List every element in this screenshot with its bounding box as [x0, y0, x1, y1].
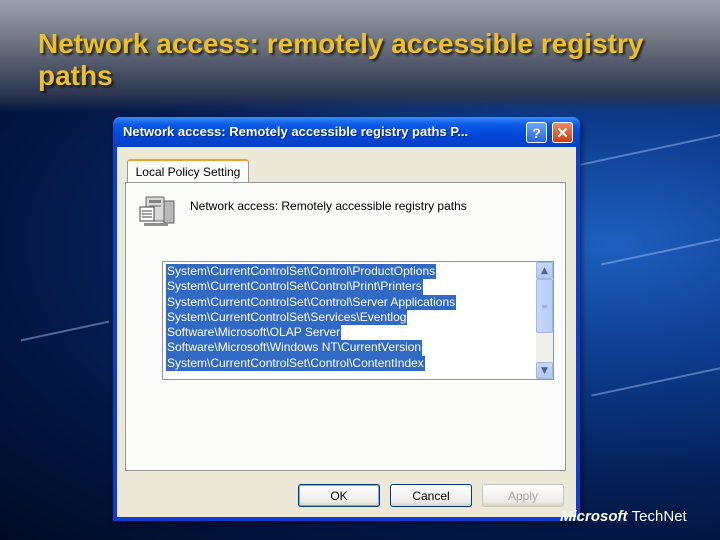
- scroll-up-icon[interactable]: ▲: [536, 262, 553, 279]
- list-item[interactable]: System\CurrentControlSet\Services\Eventl…: [166, 309, 408, 326]
- apply-button[interactable]: Apply: [482, 484, 564, 507]
- list-item[interactable]: System\CurrentControlSet\Control\Server …: [166, 294, 457, 310]
- tab-panel: Network access: Remotely accessible regi…: [125, 182, 566, 471]
- tab-local-policy-setting[interactable]: Local Policy Setting: [127, 159, 249, 182]
- help-button[interactable]: ?: [526, 122, 547, 143]
- logo-microsoft: Microsoft: [560, 508, 628, 525]
- policy-computer-icon: [139, 196, 175, 226]
- list-item[interactable]: Software\Microsoft\OLAP Server: [166, 325, 342, 341]
- vertical-scrollbar[interactable]: ▲ ≡ ▼: [536, 262, 553, 379]
- decorative-streak: [561, 132, 720, 170]
- slide-title: Network access: remotely accessible regi…: [38, 28, 644, 91]
- cancel-button[interactable]: Cancel: [390, 484, 472, 507]
- dialog-title: Network access: Remotely accessible regi…: [123, 124, 469, 139]
- list-item[interactable]: System\CurrentControlSet\Control\Product…: [166, 264, 437, 280]
- ok-button[interactable]: OK: [298, 484, 380, 507]
- scroll-thumb[interactable]: ≡: [536, 279, 553, 333]
- decorative-streak: [591, 365, 720, 397]
- list-item[interactable]: System\CurrentControlSet\Control\Content…: [166, 355, 425, 372]
- list-item[interactable]: Software\Microsoft\Windows NT\CurrentVer…: [166, 340, 423, 356]
- dialog-body: Local Policy Setting Network access: Rem…: [117, 147, 576, 517]
- decorative-streak: [20, 320, 110, 342]
- policy-dialog: Network access: Remotely accessible regi…: [113, 117, 580, 521]
- decorative-streak: [601, 236, 720, 266]
- policy-name-label: Network access: Remotely accessible regi…: [190, 199, 467, 213]
- logo-technet: TechNet: [631, 508, 687, 525]
- close-button[interactable]: ✕: [552, 122, 573, 143]
- microsoft-technet-logo: Microsoft TechNet: [560, 508, 687, 525]
- registry-paths-listbox[interactable]: System\CurrentControlSet\Control\Product…: [162, 261, 554, 380]
- registry-paths-list: System\CurrentControlSet\Control\Product…: [166, 264, 457, 372]
- dialog-titlebar[interactable]: Network access: Remotely accessible regi…: [113, 117, 580, 147]
- list-item[interactable]: System\CurrentControlSet\Control\Print\P…: [166, 279, 423, 295]
- scroll-down-icon[interactable]: ▼: [536, 362, 553, 379]
